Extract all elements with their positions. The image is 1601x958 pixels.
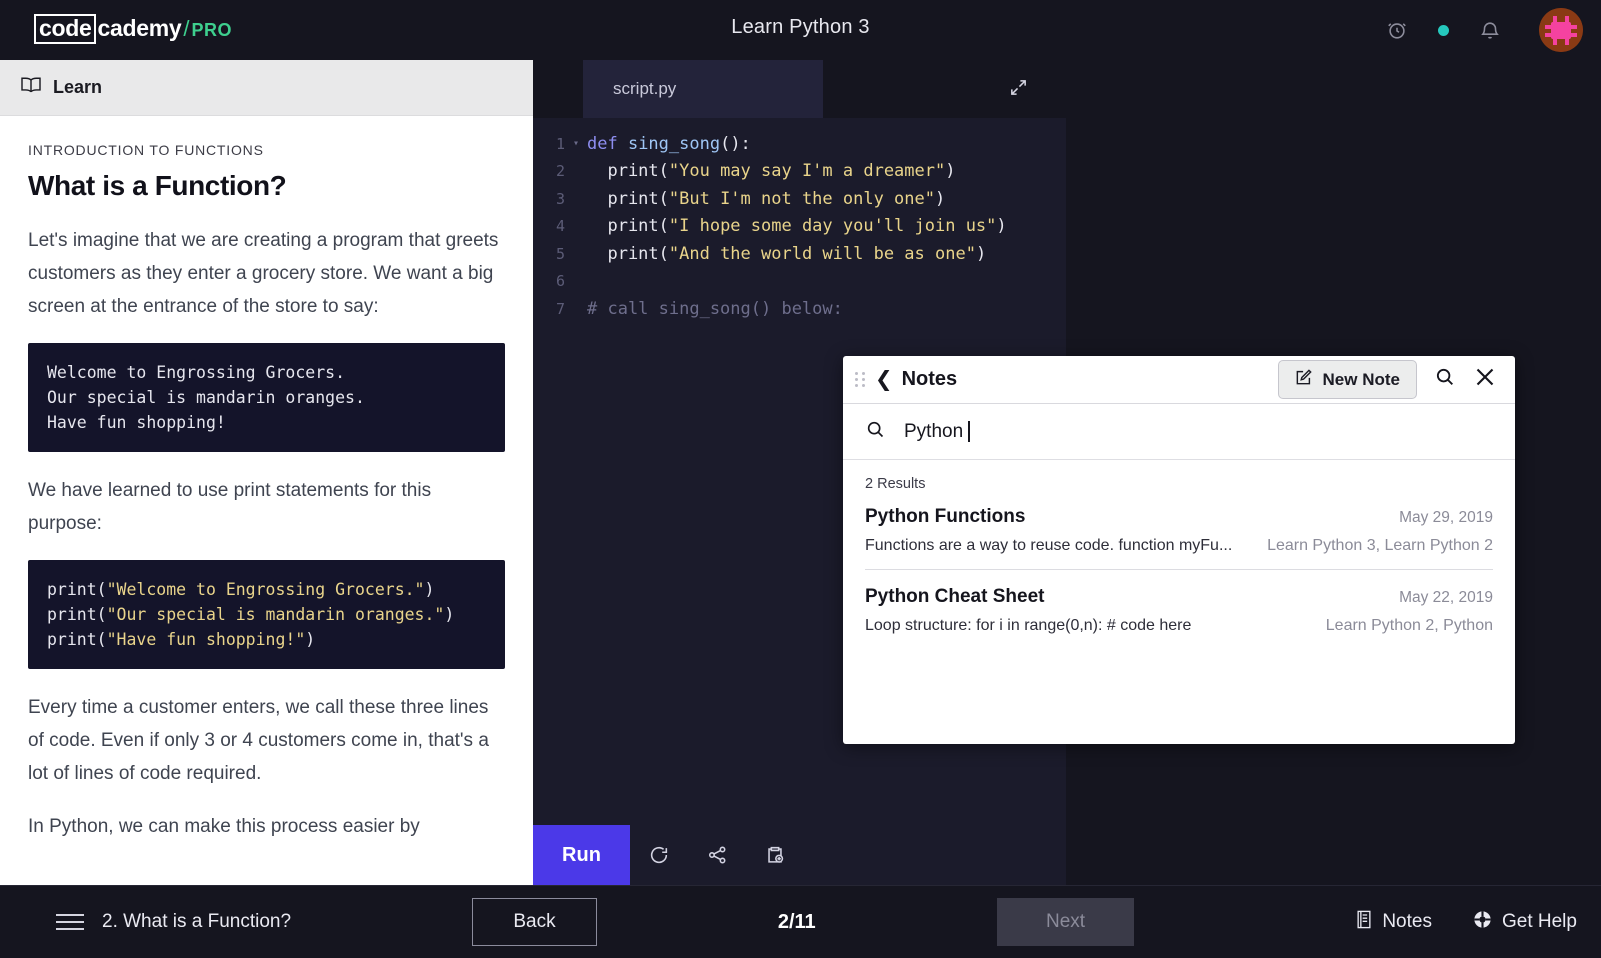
lesson-content: INTRODUCTION TO FUNCTIONS What is a Func…	[0, 116, 533, 843]
line-number: 4	[555, 217, 565, 236]
footer-actions: Notes Get Help	[1315, 909, 1577, 936]
search-input-icon	[865, 419, 886, 445]
line-number: 2	[555, 162, 565, 181]
refresh-icon[interactable]	[630, 825, 688, 885]
note-snippet: Functions are a way to reuse code. funct…	[865, 537, 1233, 554]
editor-tab-script-py[interactable]: script.py	[583, 60, 823, 118]
save-to-clipboard-icon[interactable]	[746, 825, 804, 885]
page-title: What is a Function?	[28, 170, 287, 201]
lesson-code-line: print("Have fun shopping!")	[47, 630, 316, 649]
code-line[interactable]: 5 print("And the world will be as one")	[533, 240, 1066, 268]
code-line[interactable]: 3 print("But I'm not the only one")	[533, 185, 1066, 213]
new-note-label: New Note	[1322, 369, 1400, 389]
lesson-code-line: print("Our special is mandarin oranges."…	[47, 605, 455, 624]
footer-notes-label: Notes	[1382, 911, 1432, 932]
note-tags: Learn Python 3, Learn Python 2	[1267, 537, 1493, 554]
notes-result-list: Python Functions May 29, 2019 Functions ar…	[865, 506, 1493, 649]
expand-icon[interactable]	[1009, 78, 1028, 102]
share-icon[interactable]	[688, 825, 746, 885]
note-title: Python Cheat Sheet	[865, 586, 1045, 607]
code-text: print("You may say I'm a dreamer")	[587, 161, 956, 182]
book-icon	[20, 76, 42, 99]
notes-panel-actions: New Note	[1277, 360, 1497, 399]
line-number: 3	[555, 189, 565, 208]
line-number: 6	[555, 272, 565, 291]
avatar[interactable]	[1539, 8, 1583, 52]
line-number: 1	[555, 134, 565, 153]
lifebuoy-icon	[1472, 909, 1493, 936]
page-indicator: 2/11	[777, 910, 816, 933]
code-line[interactable]: 1 ▾ def sing_song():	[533, 130, 1066, 158]
drag-handle-icon[interactable]	[855, 372, 866, 387]
code-text: print("And the world will be as one")	[587, 243, 987, 264]
result-count: 2 Results	[865, 476, 926, 492]
back-chevron-icon[interactable]: ❮	[875, 369, 893, 390]
hamburger-menu-icon[interactable]	[56, 914, 84, 930]
editor-tab-label: script.py	[613, 79, 677, 98]
close-icon[interactable]	[1473, 365, 1497, 394]
notes-search-input[interactable]: Python	[904, 421, 970, 443]
notes-panel-title: Notes	[901, 368, 958, 390]
note-date: May 22, 2019	[1399, 589, 1493, 606]
run-button[interactable]: Run	[533, 825, 630, 885]
line-number: 5	[555, 244, 565, 263]
lesson-code-block: print("Welcome to Engrossing Grocers.") p…	[28, 560, 505, 669]
search-icon[interactable]	[1434, 366, 1456, 393]
footer-help-label: Get Help	[1501, 911, 1577, 932]
lesson-paragraph-3: Every time a customer enters, we call th…	[28, 697, 489, 784]
note-title: Python Functions	[865, 506, 1026, 527]
compose-icon	[1295, 368, 1313, 391]
footer-bar: 2. What is a Function? Back 2/11 Next No…	[0, 885, 1601, 958]
lesson-output-block: Welcome to Engrossing Grocers. Our speci…	[28, 343, 505, 452]
lesson-paragraph-2: We have learned to use print statements …	[28, 480, 432, 534]
status-dot	[1438, 24, 1449, 36]
fold-arrow-icon[interactable]: ▾	[573, 138, 587, 149]
new-note-button[interactable]: New Note	[1277, 360, 1417, 399]
notes-search-value: Python	[904, 420, 964, 442]
lesson-paragraph-4: In Python, we can make this process easi…	[28, 816, 420, 837]
line-number: 7	[555, 299, 565, 318]
top-bar: code cademy / PRO Learn Python 3	[0, 0, 1601, 60]
code-line[interactable]: 2 print("You may say I'm a dreamer")	[533, 158, 1066, 186]
note-date: May 29, 2019	[1399, 509, 1493, 526]
notes-search-row[interactable]: Python	[843, 404, 1515, 460]
lesson-panel-label: Learn	[53, 77, 103, 97]
bell-icon[interactable]	[1475, 15, 1505, 45]
app-root: code cademy / PRO Learn Python 3 Learn I…	[0, 0, 1601, 958]
code-line[interactable]: 4 print("I hope some day you'll join us"…	[533, 213, 1066, 241]
back-button[interactable]: Back	[472, 898, 597, 946]
code-text: print("I hope some day you'll join us")	[587, 216, 1007, 237]
footer-lesson-label: 2. What is a Function?	[102, 911, 292, 932]
top-bar-actions	[1382, 0, 1583, 60]
note-result-row[interactable]: Python Cheat Sheet May 22, 2019 Loop struc…	[865, 586, 1493, 649]
notes-panel[interactable]: ❮ Notes New Note Python 2 Results Python…	[843, 356, 1515, 744]
code-line[interactable]: 6	[533, 268, 1066, 296]
code-text: def sing_song():	[587, 133, 751, 154]
course-title: Learn Python 3	[731, 16, 870, 38]
lesson-eyebrow: INTRODUCTION TO FUNCTIONS	[28, 142, 264, 158]
note-result-row[interactable]: Python Functions May 29, 2019 Functions ar…	[865, 506, 1493, 570]
note-tags: Learn Python 2, Python	[1325, 617, 1493, 634]
notes-icon	[1355, 909, 1373, 936]
footer-notes-button[interactable]: Notes	[1355, 909, 1432, 936]
footer-help-button[interactable]: Get Help	[1472, 909, 1577, 936]
code-line[interactable]: 7 # call sing_song() below:	[533, 295, 1066, 323]
note-snippet: Loop structure: for i in range(0,n): # c…	[865, 617, 1192, 634]
lesson-panel-header: Learn	[0, 60, 533, 116]
code-content[interactable]: 1 ▾ def sing_song(): 2 print("You may say I…	[533, 118, 1066, 323]
code-text: # call sing_song() below:	[587, 298, 843, 319]
notes-panel-header: ❮ Notes New Note	[843, 356, 1515, 404]
lesson-code-line: print("Welcome to Engrossing Grocers.")	[47, 580, 435, 599]
notes-results: 2 Results Python Functions May 29, 2019 Fu…	[843, 460, 1515, 665]
code-text: print("But I'm not the only one")	[587, 188, 946, 209]
lesson-panel: Learn INTRODUCTION TO FUNCTIONS What is …	[0, 60, 533, 885]
next-button[interactable]: Next	[996, 898, 1135, 946]
editor-toolbar: Run	[533, 825, 1066, 885]
alarm-clock-icon[interactable]	[1382, 15, 1412, 45]
editor-tab-bar: script.py	[533, 60, 1066, 118]
lesson-paragraph-1: Let's imagine that we are creating a pro…	[28, 230, 499, 317]
text-caret	[968, 421, 970, 442]
